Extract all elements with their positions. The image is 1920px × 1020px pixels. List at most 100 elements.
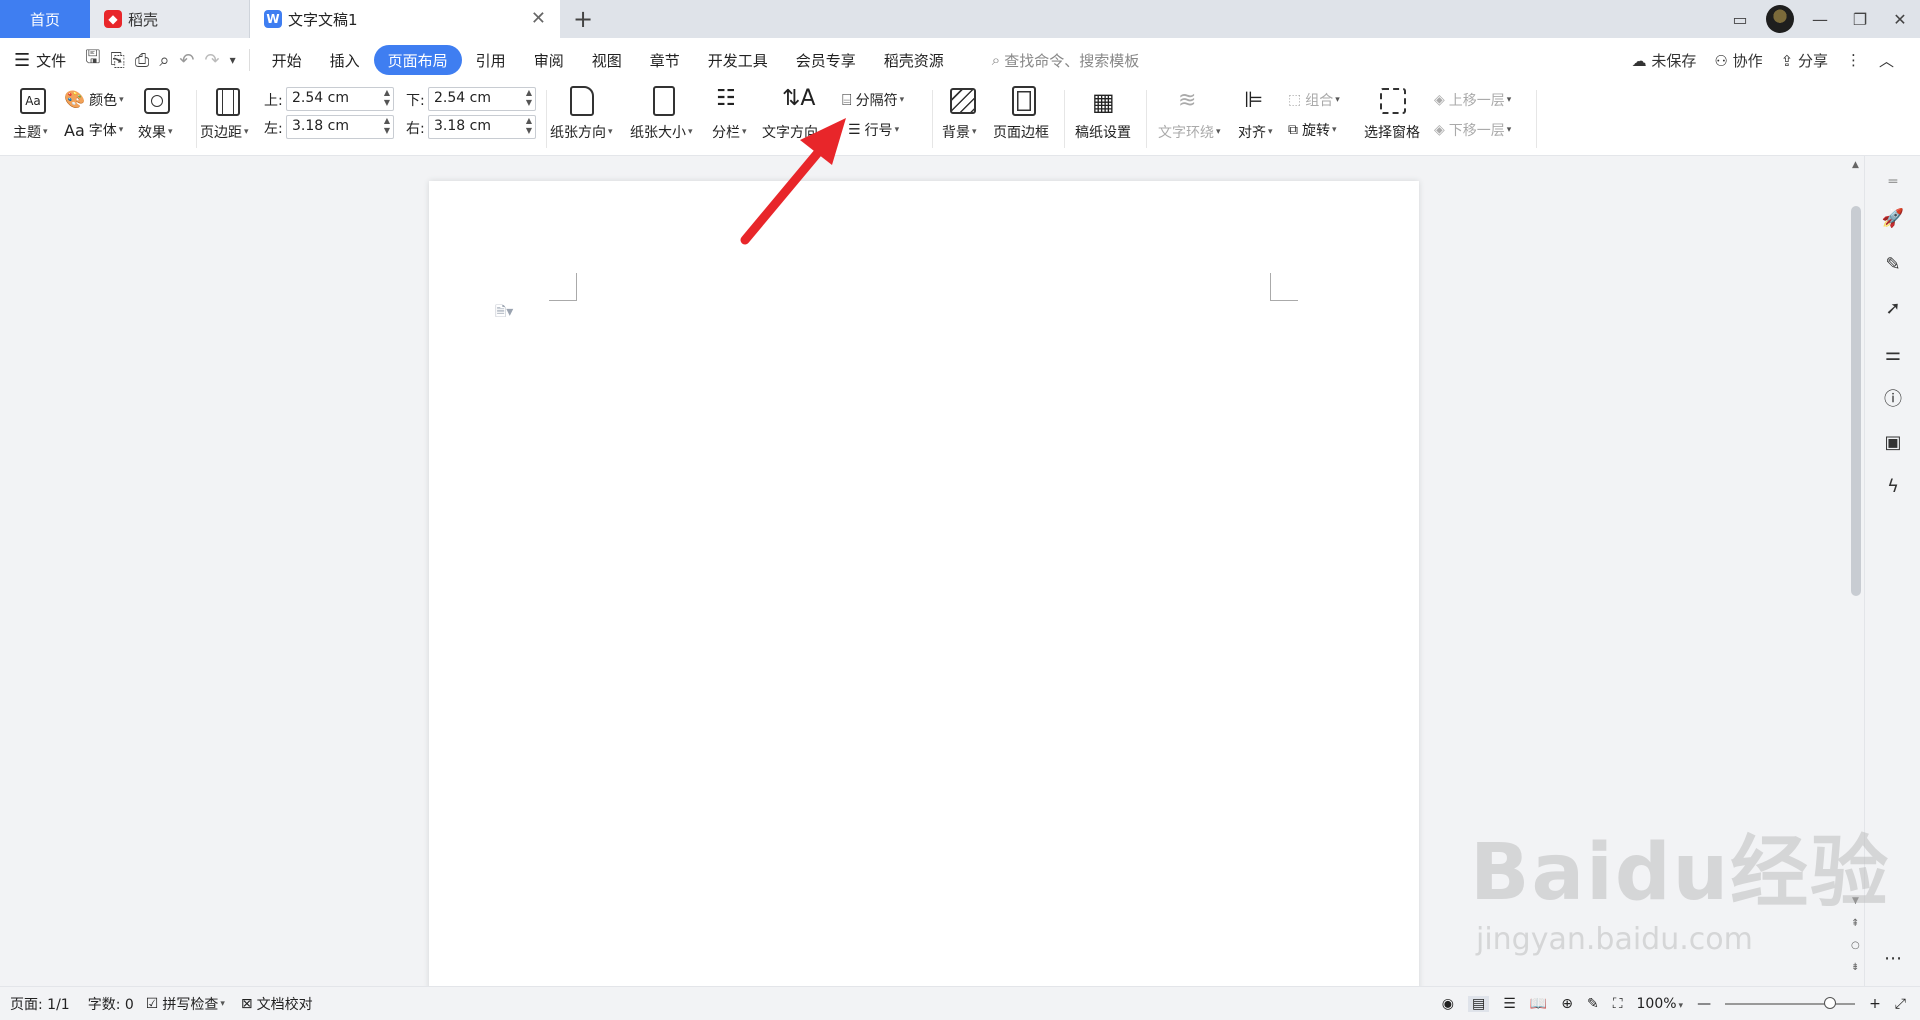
outline-view-icon[interactable]: ☰ — [1503, 996, 1516, 1012]
selection-pane-button[interactable]: 选择窗格 — [1364, 122, 1420, 142]
paste-options-icon[interactable]: 🗎▾ — [495, 301, 513, 325]
text-wrap-button[interactable]: 文字环绕 ▾ — [1158, 122, 1221, 142]
zoom-slider-knob[interactable] — [1824, 996, 1837, 1009]
print-icon[interactable]: ⎙ — [130, 50, 154, 71]
document-page[interactable]: 🗎▾ — [429, 181, 1419, 1020]
page-view-icon[interactable]: ▤ — [1467, 995, 1490, 1012]
next-page-icon[interactable]: ⇟ — [1851, 962, 1859, 973]
file-menu[interactable]: ☰ 文件 — [0, 45, 80, 75]
line-number-button[interactable]: ☰ 行号 ▾ — [848, 120, 899, 140]
tab-view[interactable]: 视图 — [578, 45, 636, 75]
reading-view-icon[interactable]: 📖 — [1530, 996, 1547, 1012]
bottom-margin-input[interactable]: 2.54 cm ▲ ▼ — [428, 87, 536, 111]
left-margin-input[interactable]: 3.18 cm ▲ ▼ — [286, 115, 394, 139]
tab-insert[interactable]: 插入 — [316, 45, 374, 75]
fit-page-icon[interactable]: ⛶ — [1613, 996, 1623, 1012]
send-backward-button[interactable]: ◈ 下移一层 ▾ — [1434, 120, 1511, 140]
page-border-button[interactable]: 页面边框 — [993, 122, 1049, 142]
page-count[interactable]: 页面: 1/1 — [10, 994, 70, 1014]
color-button[interactable]: 🎨 颜色 ▾ — [64, 90, 124, 110]
help-icon[interactable]: ⓘ — [1881, 386, 1905, 410]
scroll-up-icon[interactable]: ▲ — [1852, 160, 1859, 170]
text-direction-icon[interactable]: ⇅A — [782, 86, 815, 111]
rotate-button[interactable]: ⧉ 旋转 ▾ — [1288, 120, 1337, 140]
scrollbar-thumb[interactable] — [1851, 206, 1861, 596]
text-wrap-icon[interactable]: ≋ — [1178, 88, 1196, 113]
text-direction-button[interactable]: 文字方向 — [762, 122, 818, 142]
export-icon[interactable]: ⎘ — [106, 50, 130, 71]
cursor-icon[interactable]: ➚ — [1881, 296, 1905, 320]
tab-document[interactable]: W 文字文稿1 ✕ — [250, 0, 560, 38]
sliders-icon[interactable]: ⚌ — [1881, 342, 1905, 366]
word-count[interactable]: 字数: 0 — [88, 994, 134, 1014]
margins-button[interactable]: 页边距 ▾ — [200, 122, 249, 142]
new-tab-button[interactable]: + — [560, 0, 606, 38]
margins-icon[interactable] — [216, 88, 240, 116]
group-button[interactable]: ⬚ 组合 ▾ — [1288, 90, 1340, 110]
rocket-icon[interactable]: 🚀 — [1881, 206, 1905, 230]
selection-pane-icon[interactable] — [1380, 88, 1406, 114]
command-search[interactable]: ⌕ 查找命令、搜索模板 — [978, 45, 1153, 75]
collab-button[interactable]: ⚇ 协作 — [1714, 50, 1762, 71]
pen-icon[interactable]: ✎ — [1881, 252, 1905, 276]
tab-member[interactable]: 会员专享 — [782, 45, 870, 75]
spinner-icon[interactable]: ▲ ▼ — [384, 88, 390, 108]
print-preview-icon[interactable]: ⌕ — [154, 50, 174, 71]
bring-forward-button[interactable]: ◈ 上移一层 ▾ — [1434, 90, 1511, 110]
background-icon[interactable] — [950, 88, 976, 114]
eye-protection-icon[interactable]: ◉ — [1442, 996, 1454, 1012]
unsaved-button[interactable]: ☁ 未保存 — [1632, 50, 1697, 71]
web-view-icon[interactable]: ⊕ — [1561, 996, 1573, 1012]
tab-developer[interactable]: 开发工具 — [694, 45, 782, 75]
columns-button[interactable]: 分栏 ▾ — [712, 122, 747, 142]
theme-icon[interactable]: Aa — [20, 88, 46, 114]
zoom-in-icon[interactable]: + — [1869, 996, 1881, 1012]
bolt-icon[interactable]: ϟ — [1881, 474, 1905, 498]
align-icon[interactable]: ⊫ — [1244, 88, 1263, 113]
redo-icon[interactable]: ↷ — [200, 50, 225, 71]
tab-daoke[interactable]: ◆ 稻壳 — [90, 0, 250, 38]
restore-icon[interactable]: ❐ — [1840, 10, 1880, 29]
tab-home[interactable]: 首页 — [0, 0, 90, 38]
tab-review[interactable]: 审阅 — [520, 45, 578, 75]
more-menu-icon[interactable]: ⋮ — [1846, 51, 1861, 69]
tab-references[interactable]: 引用 — [462, 45, 520, 75]
columns-icon[interactable]: ☷ — [716, 86, 736, 111]
theme-button[interactable]: 主题 ▾ — [13, 122, 48, 142]
avatar[interactable] — [1760, 5, 1800, 33]
close-tab-icon[interactable]: ✕ — [531, 8, 546, 29]
font-button[interactable]: Aa 字体 ▾ — [64, 120, 123, 140]
paper-size-icon[interactable] — [653, 86, 675, 116]
quick-access-more-icon[interactable]: ▾ — [225, 53, 241, 67]
spell-check-button[interactable]: ☑ 拼写检查 ▾ — [146, 994, 225, 1014]
top-margin-input[interactable]: 2.54 cm ▲ ▼ — [286, 87, 394, 111]
effect-button[interactable]: 效果 ▾ — [138, 122, 173, 142]
image-tool-icon[interactable]: ▣ — [1881, 430, 1905, 454]
spinner-icon[interactable]: ▲ ▼ — [384, 116, 390, 136]
tab-start[interactable]: 开始 — [258, 45, 316, 75]
spinner-icon[interactable]: ▲ ▼ — [526, 116, 532, 136]
undo-icon[interactable]: ↶ — [174, 50, 199, 71]
layout-switch-icon[interactable]: ▭ — [1720, 10, 1760, 29]
orientation-button[interactable]: 纸张方向 ▾ — [550, 122, 613, 142]
align-button[interactable]: 对齐 ▾ — [1238, 122, 1273, 142]
fullscreen-icon[interactable]: ⤢ — [1895, 996, 1906, 1012]
effect-icon[interactable] — [144, 88, 170, 114]
right-margin-input[interactable]: 3.18 cm ▲ ▼ — [428, 115, 536, 139]
minimize-icon[interactable]: — — [1800, 10, 1840, 29]
sidebar-handle-icon[interactable]: ═ — [1881, 170, 1905, 194]
write-view-icon[interactable]: ✎ — [1587, 996, 1599, 1012]
collapse-ribbon-icon[interactable]: ︿ — [1879, 50, 1894, 71]
manuscript-icon[interactable]: ▦ — [1092, 88, 1115, 116]
tab-daoke-resources[interactable]: 稻壳资源 — [870, 45, 958, 75]
background-button[interactable]: 背景 ▾ — [942, 122, 977, 142]
paper-size-button[interactable]: 纸张大小 ▾ — [630, 122, 693, 142]
proofread-button[interactable]: ⊠ 文档校对 — [241, 994, 313, 1014]
separator-button[interactable]: ⌸ 分隔符 ▾ — [842, 90, 904, 110]
zoom-out-icon[interactable]: — — [1697, 996, 1711, 1012]
close-window-icon[interactable]: ✕ — [1880, 10, 1920, 29]
zoom-level[interactable]: 100% ▾ — [1637, 996, 1684, 1012]
share-button[interactable]: ⇪ 分享 — [1781, 50, 1828, 71]
orientation-icon[interactable] — [570, 86, 594, 116]
tab-page-layout[interactable]: 页面布局 — [373, 45, 462, 75]
